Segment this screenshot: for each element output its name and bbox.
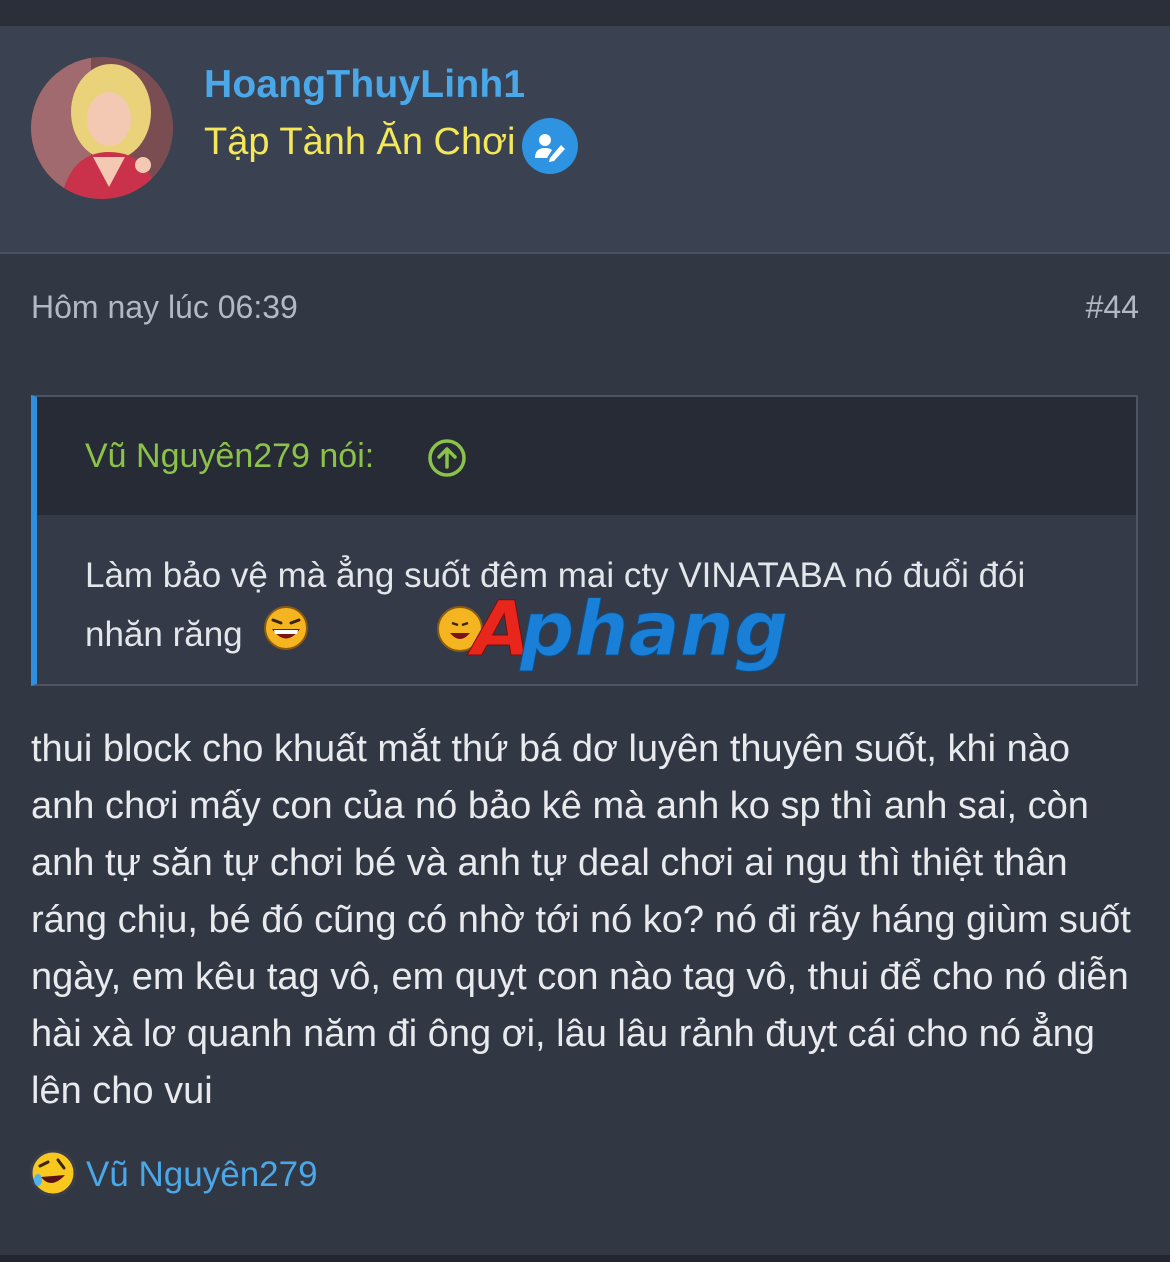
- watermark-logo: A phang: [432, 584, 802, 677]
- post-header: HoangThuyLinh1 Tập Tành Ăn Chơi: [0, 27, 1170, 254]
- quote-header: Vũ Nguyên279 nói:: [37, 397, 1136, 515]
- post-message: thui block cho khuất mắt thứ bá dơ luyên…: [31, 728, 1131, 1112]
- rofl-emoji-icon: [28, 1148, 86, 1203]
- post-number-link[interactable]: #44: [1086, 289, 1139, 326]
- post-timestamp[interactable]: Hôm nay lúc 06:39: [31, 289, 298, 326]
- user-title: Tập Tành Ăn Chơi: [204, 121, 516, 163]
- arrow-up-circle-icon[interactable]: [427, 438, 467, 483]
- reaction-bar[interactable]: Vũ Nguyên279: [28, 1148, 318, 1202]
- avatar[interactable]: [31, 57, 173, 199]
- quote-block: Vũ Nguyên279 nói: Làm bảo vệ mà ẳng suốt…: [31, 395, 1138, 686]
- quote-author-link[interactable]: Vũ Nguyên279 nói:: [85, 437, 374, 476]
- laughing-emoji-icon: [262, 604, 310, 669]
- forum-post: HoangThuyLinh1 Tập Tành Ăn Chơi Hôm nay …: [0, 26, 1170, 1257]
- svg-text:phang: phang: [519, 587, 788, 673]
- user-edit-badge-icon: [522, 118, 578, 174]
- post-divider: [0, 1255, 1170, 1262]
- username[interactable]: HoangThuyLinh1: [204, 63, 525, 107]
- reaction-user-link[interactable]: Vũ Nguyên279: [86, 1155, 318, 1195]
- top-strip: [0, 0, 1170, 26]
